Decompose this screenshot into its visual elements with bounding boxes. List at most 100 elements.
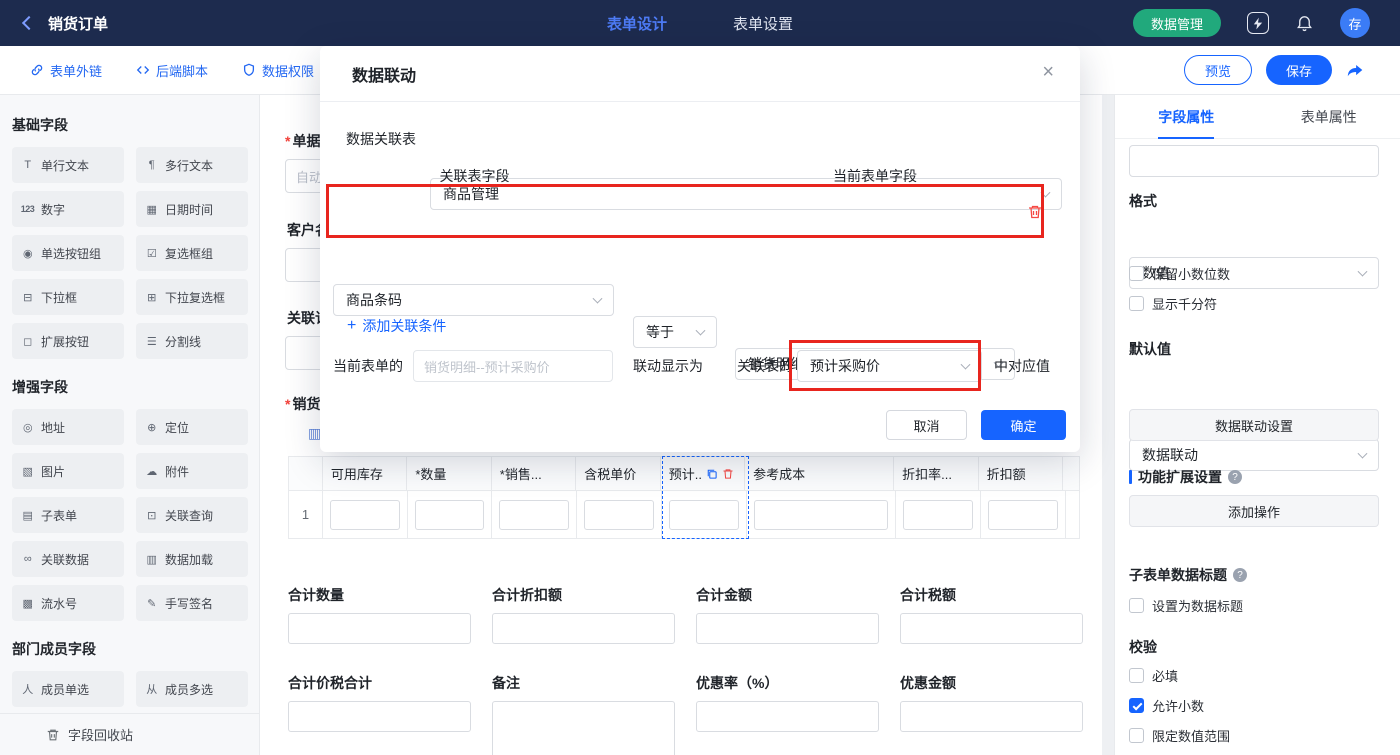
add-condition-label: 添加关联条件 [362, 316, 446, 336]
column-header[interactable]: 折扣额 [979, 457, 1063, 491]
field-input[interactable] [900, 613, 1083, 644]
cell-input[interactable] [754, 500, 889, 530]
cell-input[interactable] [903, 500, 973, 530]
field-total-tax[interactable]: 合计税额 [900, 585, 1083, 644]
field-total-with-tax[interactable]: 合计价税合计 [288, 673, 471, 732]
field-name-input[interactable] [1129, 145, 1379, 177]
condition-field-select[interactable]: 商品条码 [333, 284, 614, 316]
cancel-button[interactable]: 取消 [886, 410, 967, 440]
field-item[interactable]: 123数字 [12, 191, 124, 227]
field-total-quantity[interactable]: 合计数量 [288, 585, 471, 644]
field-item[interactable]: ⊞下拉复选框 [136, 279, 248, 315]
back-button[interactable] [20, 14, 38, 32]
field-item[interactable]: ☑复选框组 [136, 235, 248, 271]
cell-input[interactable] [330, 500, 400, 530]
column-header[interactable]: 参考成本 [745, 457, 894, 491]
tab-form-settings[interactable]: 表单设置 [733, 13, 793, 34]
field-item[interactable]: 人成员单选 [12, 671, 124, 707]
field-item[interactable]: ▦日期时间 [136, 191, 248, 227]
allow-decimal-checkbox[interactable] [1129, 698, 1144, 713]
confirm-button[interactable]: 确定 [981, 410, 1066, 440]
help-icon[interactable]: ? [1233, 568, 1247, 582]
column-header[interactable]: 折扣率... [894, 457, 978, 491]
field-item[interactable]: ✎手写签名 [136, 585, 248, 621]
save-button[interactable]: 保存 [1266, 55, 1332, 85]
field-input[interactable] [492, 701, 675, 755]
thousand-separator-checkbox[interactable] [1129, 296, 1144, 311]
field-item[interactable]: ☁附件 [136, 453, 248, 489]
cell-input[interactable] [988, 500, 1058, 530]
column-header[interactable]: *数量 [407, 457, 491, 491]
table-cell[interactable] [981, 491, 1066, 538]
field-input[interactable] [288, 701, 471, 732]
field-item[interactable]: ▧图片 [12, 453, 124, 489]
tab-form-properties[interactable]: 表单属性 [1258, 95, 1400, 138]
add-operation-button[interactable]: 添加操作 [1129, 495, 1379, 527]
field-item[interactable]: ⊟下拉框 [12, 279, 124, 315]
field-discount-rate[interactable]: 优惠率（%） [696, 673, 879, 732]
lightning-icon[interactable] [1247, 12, 1269, 34]
field-input[interactable] [696, 701, 879, 732]
field-item[interactable]: ⊕定位 [136, 409, 248, 445]
field-item[interactable]: ⊡关联查询 [136, 497, 248, 533]
column-header[interactable]: *销售... [492, 457, 576, 491]
close-icon[interactable]: × [1042, 62, 1054, 82]
field-item[interactable]: ▥数据加载 [136, 541, 248, 577]
column-header-selected[interactable]: 预计.. [661, 457, 745, 491]
help-icon[interactable]: ? [1228, 470, 1242, 484]
form-external-link-button[interactable]: 表单外链 [30, 61, 102, 80]
required-checkbox[interactable] [1129, 668, 1144, 683]
table-cell[interactable] [408, 491, 493, 538]
field-input[interactable] [696, 613, 879, 644]
data-manage-button[interactable]: 数据管理 [1133, 9, 1221, 37]
table-cell[interactable] [747, 491, 897, 538]
field-input[interactable] [900, 701, 1083, 732]
field-discount-amount[interactable]: 优惠金额 [900, 673, 1083, 732]
tab-form-design[interactable]: 表单设计 [607, 13, 667, 34]
field-item[interactable]: ¶多行文本 [136, 147, 248, 183]
tab-field-properties[interactable]: 字段属性 [1115, 95, 1258, 138]
table-cell[interactable] [492, 491, 577, 538]
field-input[interactable] [288, 613, 471, 644]
field-item[interactable]: ◎地址 [12, 409, 124, 445]
field-item[interactable]: ◻扩展按钮 [12, 323, 124, 359]
backend-script-button[interactable]: 后端脚本 [136, 61, 208, 80]
cell-input[interactable] [584, 500, 654, 530]
field-item[interactable]: ◉单选按钮组 [12, 235, 124, 271]
bell-icon[interactable] [1295, 14, 1314, 33]
table-cell-selected[interactable] [662, 491, 747, 538]
data-permission-button[interactable]: 数据权限 [242, 61, 314, 80]
delete-column-icon[interactable] [722, 468, 734, 480]
avatar[interactable]: 存 [1340, 8, 1370, 38]
field-item[interactable]: T单行文本 [12, 147, 124, 183]
field-recycle-bin[interactable]: 字段回收站 [0, 713, 259, 755]
add-condition-link[interactable]: + 添加关联条件 [347, 316, 446, 336]
table-cell[interactable] [577, 491, 662, 538]
cell-input[interactable] [415, 500, 485, 530]
field-item[interactable]: ∞关联数据 [12, 541, 124, 577]
condition-operator-select[interactable]: 等于 [633, 316, 717, 348]
column-header[interactable]: 含税单价 [576, 457, 660, 491]
delete-condition-icon[interactable] [1027, 204, 1043, 220]
field-item[interactable]: ▤子表单 [12, 497, 124, 533]
field-total-discount[interactable]: 合计折扣额 [492, 585, 675, 644]
set-data-title-checkbox[interactable] [1129, 598, 1144, 613]
preview-button[interactable]: 预览 [1184, 55, 1252, 85]
share-icon[interactable] [1346, 61, 1364, 79]
data-linkage-setting-button[interactable]: 数据联动设置 [1129, 409, 1379, 441]
field-remark[interactable]: 备注 [492, 673, 675, 755]
cell-input[interactable] [669, 500, 739, 530]
table-cell[interactable] [323, 491, 408, 538]
field-item[interactable]: ☰分割线 [136, 323, 248, 359]
column-header[interactable]: 可用库存 [323, 457, 407, 491]
limit-range-checkbox[interactable] [1129, 728, 1144, 743]
copy-column-icon[interactable] [706, 468, 718, 480]
field-input[interactable] [492, 613, 675, 644]
related-field-select[interactable]: 预计采购价 [797, 350, 982, 382]
keep-decimal-checkbox[interactable] [1129, 266, 1144, 281]
field-item[interactable]: ▩流水号 [12, 585, 124, 621]
table-cell[interactable] [896, 491, 981, 538]
field-item[interactable]: 从成员多选 [136, 671, 248, 707]
field-total-amount[interactable]: 合计金额 [696, 585, 879, 644]
cell-input[interactable] [499, 500, 569, 530]
